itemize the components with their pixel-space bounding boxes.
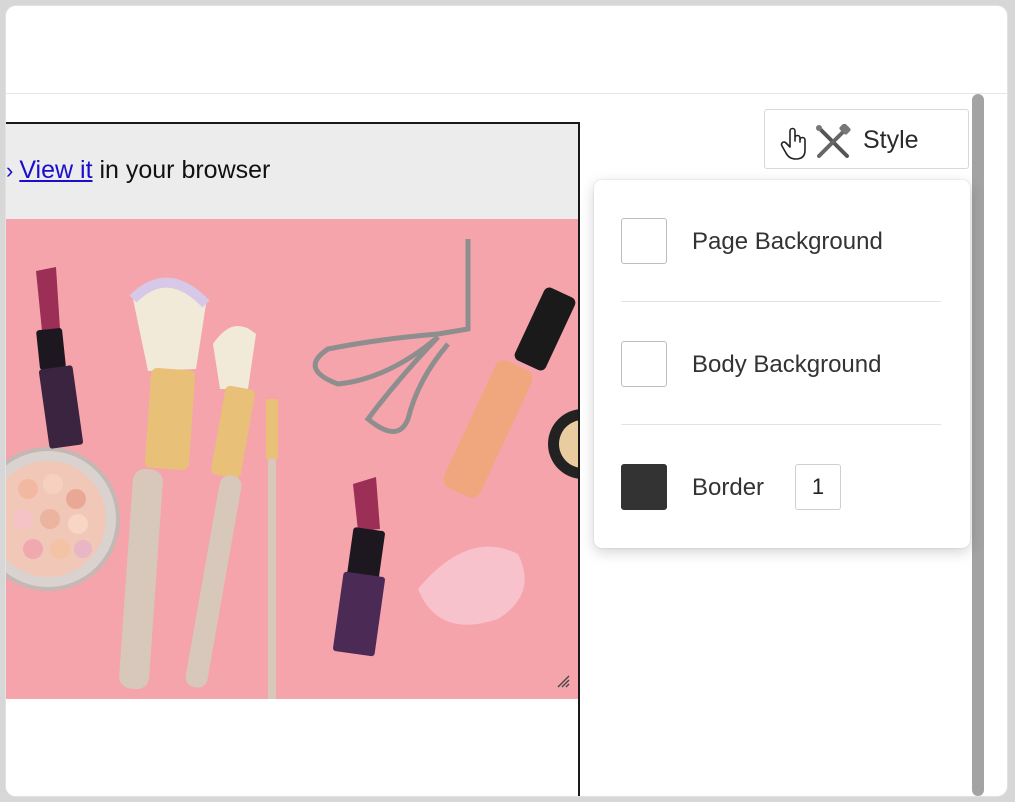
body-background-label: Body Background (692, 351, 882, 378)
page-background-swatch[interactable] (621, 218, 667, 264)
crossed-tools-icon (813, 123, 853, 165)
preheader-block[interactable]: › View it in your browser (6, 124, 578, 219)
divider (621, 301, 941, 302)
email-body[interactable]: › View it in your browser (6, 122, 580, 796)
style-button-label: Style (863, 126, 919, 154)
border-label: Border (692, 474, 765, 501)
hand-cursor-icon (780, 126, 810, 167)
bullet-icon: › (6, 158, 14, 183)
editor-window: › View it in your browser Style Page Bac… (6, 6, 1007, 796)
vertical-scrollbar[interactable] (972, 94, 984, 796)
resize-handle-icon[interactable] (556, 674, 570, 693)
body-background-swatch[interactable] (621, 341, 667, 387)
style-panel: Page Background Body Background Border 1 (594, 180, 970, 548)
page-background-row[interactable]: Page Background (621, 218, 941, 266)
page-background-label: Page Background (692, 228, 883, 255)
hero-image[interactable] (6, 219, 578, 699)
body-background-row[interactable]: Body Background (621, 341, 941, 389)
preheader-text: › View it in your browser (6, 156, 270, 185)
view-in-browser-link[interactable]: View it (19, 156, 92, 184)
border-row[interactable]: Border 1 (621, 464, 941, 512)
makeup-products-image (6, 219, 578, 699)
border-color-swatch[interactable] (621, 464, 667, 510)
style-button[interactable]: Style (764, 109, 969, 169)
divider (621, 424, 941, 425)
border-width-input[interactable]: 1 (795, 464, 841, 510)
top-toolbar (6, 6, 1007, 94)
preheader-suffix: in your browser (92, 156, 271, 184)
